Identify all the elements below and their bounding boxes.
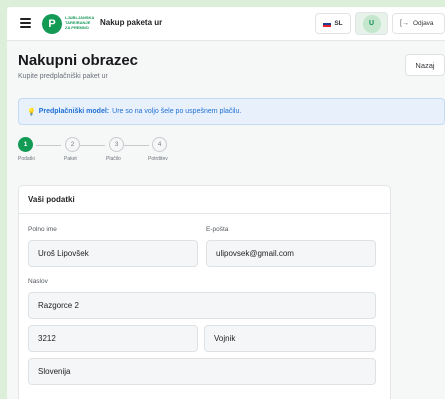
user-avatar-button[interactable]: U: [355, 12, 388, 35]
language-button[interactable]: SL: [315, 13, 351, 34]
logo-text: LJUBLJANSKA TAREIRANJE ZA PREMNO: [65, 15, 95, 30]
postal-code-field[interactable]: 3212: [28, 325, 198, 352]
info-banner-text: Ure so na voljo šele po uspešnem plačilu…: [112, 108, 242, 115]
flag-icon: [323, 20, 332, 27]
step-label: Podatki: [18, 156, 35, 162]
step-number: 4: [152, 137, 167, 152]
step-2: 2 Paket: [62, 137, 102, 162]
full-name-label: Polno ime: [28, 226, 57, 233]
email-field[interactable]: ulipovsek@gmail.com: [206, 240, 376, 267]
email-label: E-pošta: [206, 226, 229, 233]
info-banner: 💡 Predplačniški model: Ure so na voljo š…: [18, 98, 445, 125]
step-number: 3: [109, 137, 124, 152]
street-field[interactable]: Razgorce 2: [28, 292, 376, 319]
menu-icon[interactable]: [20, 18, 31, 28]
personal-data-card: Vaši podatki Polno ime Uroš Lipovšek E-p…: [18, 185, 391, 399]
step-label: Plačilo: [106, 156, 121, 162]
top-bar: P LJUBLJANSKA TAREIRANJE ZA PREMNO Nakup…: [7, 7, 445, 41]
card-title: Vaši podatki: [19, 186, 390, 214]
address-label: Naslov: [28, 278, 48, 285]
language-label: SL: [334, 20, 343, 27]
back-button[interactable]: Nazaj: [405, 54, 445, 76]
logo-icon: P: [42, 14, 62, 34]
app-window: P LJUBLJANSKA TAREIRANJE ZA PREMNO Nakup…: [7, 7, 445, 399]
step-number: 1: [18, 137, 33, 152]
full-name-field[interactable]: Uroš Lipovšek: [28, 240, 198, 267]
city-field[interactable]: Vojnik: [204, 325, 376, 352]
step-3: 3 Plačilo: [105, 137, 145, 162]
page-title: Nakupni obrazec: [18, 52, 139, 69]
country-field[interactable]: Slovenija: [28, 358, 376, 385]
info-banner-title: Predplačniški model:: [38, 108, 110, 115]
step-label: Paket: [64, 156, 77, 162]
avatar: U: [362, 14, 381, 33]
lightbulb-icon: 💡: [27, 108, 36, 116]
step-4: 4 Potrditev: [147, 137, 187, 162]
step-1: 1 Podatki: [18, 137, 58, 162]
app-title: Nakup paketa ur: [100, 18, 163, 27]
step-number: 2: [65, 137, 80, 152]
step-label: Potrditev: [148, 156, 168, 162]
page-subtitle: Kupite predplačniški paket ur: [18, 73, 108, 80]
logout-button[interactable]: [→ Odjava: [392, 13, 445, 34]
logout-icon: [→: [400, 20, 409, 27]
logout-label: Odjava: [412, 20, 434, 27]
